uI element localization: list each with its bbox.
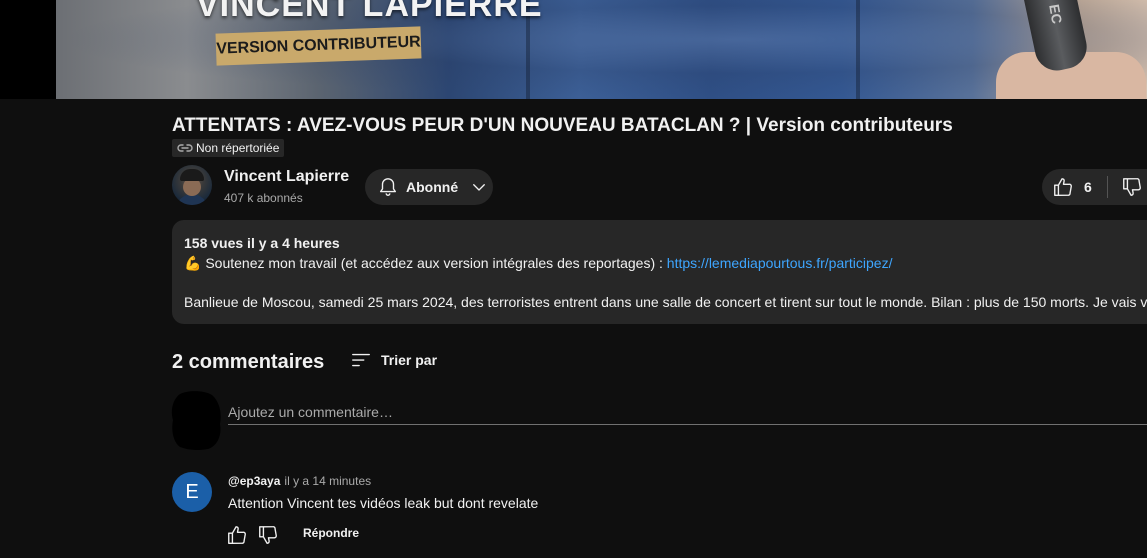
my-avatar	[170, 390, 222, 450]
bell-icon	[377, 176, 399, 198]
subscriber-count: 407 k abonnés	[224, 191, 303, 205]
commenter-avatar[interactable]: E	[172, 472, 212, 512]
channel-avatar[interactable]	[172, 165, 212, 205]
participate-link[interactable]: https://lemediapourtous.fr/participez/	[667, 255, 893, 271]
comment-like-button[interactable]	[226, 524, 248, 546]
sort-button[interactable]: Trier par	[350, 349, 437, 371]
thumbs-up-icon	[1052, 176, 1074, 198]
video-overlay-name: VINCENT LAPIERRE	[196, 0, 543, 24]
chevron-down-icon	[470, 178, 488, 196]
subscribed-button[interactable]: Abonné	[365, 169, 493, 205]
like-count: 6	[1084, 179, 1092, 195]
link-icon	[177, 142, 193, 154]
jacket-seam	[856, 0, 860, 99]
video-overlay-badge: VERSION CONTRIBUTEUR	[215, 26, 422, 66]
sort-icon	[350, 349, 381, 371]
like-button[interactable]: 6	[1042, 169, 1092, 205]
dislike-button[interactable]	[1108, 169, 1143, 205]
add-comment-input[interactable]	[228, 400, 1147, 425]
description-support-text: 💪 Soutenez mon travail (et accédez aux v…	[184, 255, 667, 271]
description-box[interactable]: 158 vues il y a 4 heures 💪 Soutenez mon …	[172, 220, 1147, 324]
channel-name[interactable]: Vincent Lapierre	[224, 168, 349, 186]
unlisted-label: Non répertoriée	[196, 141, 280, 155]
view-count-and-date: 158 vues il y a 4 heures	[184, 235, 340, 251]
comments-count: 2 commentaires	[172, 351, 325, 373]
subscribed-label: Abonné	[406, 179, 459, 195]
thumbs-up-icon	[226, 524, 248, 546]
description-summary: Banlieue de Moscou, samedi 25 mars 2024,…	[184, 294, 1147, 310]
video-title: ATTENTATS : AVEZ-VOUS PEUR D'UN NOUVEAU …	[172, 115, 953, 136]
thumbs-down-icon	[257, 524, 279, 546]
microphone-text: EC	[1046, 3, 1066, 25]
description-line: 💪 Soutenez mon travail (et accédez aux v…	[184, 255, 892, 272]
video-player[interactable]: EC VINCENT LAPIERRE VERSION CONTRIBUTEUR	[0, 0, 1147, 99]
comment-time[interactable]: il y a 14 minutes	[284, 474, 371, 488]
unlisted-badge: Non répertoriée	[172, 139, 285, 157]
comment-header: @ep3aya il y a 14 minutes	[228, 474, 371, 488]
video-frame: EC VINCENT LAPIERRE VERSION CONTRIBUTEUR	[56, 0, 1147, 99]
sort-label: Trier par	[381, 352, 438, 368]
thumbs-down-icon	[1121, 176, 1143, 198]
comment-dislike-button[interactable]	[257, 524, 279, 546]
comment-author[interactable]: @ep3aya	[228, 474, 280, 488]
reply-button[interactable]: Répondre	[303, 526, 359, 540]
comment-text: Attention Vincent tes vidéos leak but do…	[228, 495, 539, 511]
like-dislike-group: 6	[1042, 169, 1147, 205]
